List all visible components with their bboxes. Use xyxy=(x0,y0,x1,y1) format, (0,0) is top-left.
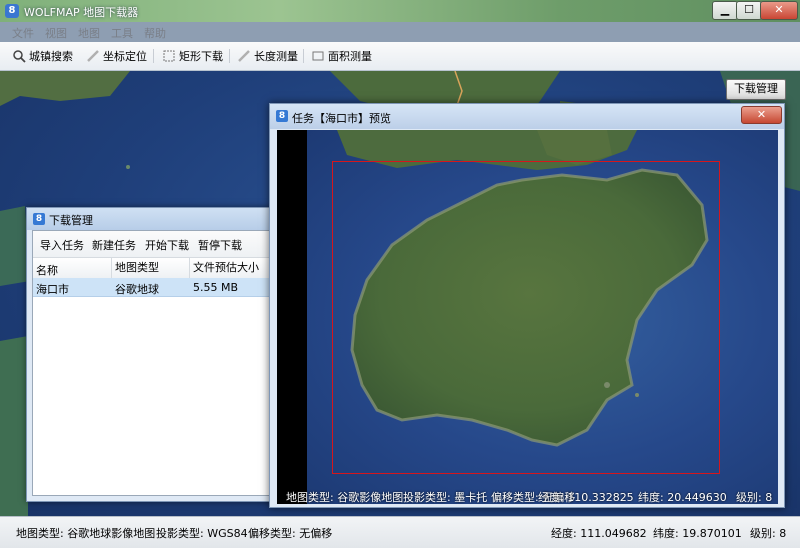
status-bar: 地图类型: 谷歌地球影像地图 投影类型: WGS84 偏移类型: 无偏移 经度:… xyxy=(0,516,800,548)
task-map-type: 谷歌地球 xyxy=(115,283,159,296)
app-icon: 8 xyxy=(276,110,288,122)
unloaded-area xyxy=(277,130,307,504)
area-measure-button[interactable]: 面积测量 xyxy=(311,48,372,64)
menu-view[interactable]: 视图 xyxy=(45,25,67,41)
dialog-caption: 8 下载管理 xyxy=(27,208,277,230)
status-longitude: 经度: 111.049682 xyxy=(551,527,647,540)
rectangle-icon xyxy=(163,50,175,62)
dialog-body: 导入任务 新建任务 开始下载 暂停下载 名称 地图类型 文件预估大小 海口市 谷… xyxy=(32,230,272,496)
selection-rectangle[interactable] xyxy=(332,161,720,474)
column-map-type[interactable]: 地图类型 xyxy=(111,258,159,278)
new-task-button[interactable]: 新建任务 xyxy=(92,237,136,253)
menu-bar: 文件 视图 地图 工具 帮助 xyxy=(0,22,800,42)
preview-title: 任务【海口市】预览 xyxy=(292,112,391,125)
ruler-icon xyxy=(238,50,250,62)
preview-map-type: 地图类型: 谷歌影像地图 xyxy=(286,491,404,504)
task-actions: 导入任务 新建任务 开始下载 暂停下载 xyxy=(33,231,271,258)
column-file-size[interactable]: 文件预估大小 xyxy=(189,258,259,278)
app-icon: 8 xyxy=(5,4,19,18)
length-measure-button[interactable]: 长度测量 xyxy=(237,48,298,64)
toolbar: 城镇搜索 坐标定位 矩形下载 长度测量 面积测量 xyxy=(0,42,800,71)
import-task-button[interactable]: 导入任务 xyxy=(40,237,84,253)
status-latitude: 纬度: 19.870101 xyxy=(653,527,742,540)
download-manager-dialog: 8 下载管理 导入任务 新建任务 开始下载 暂停下载 名称 地图类型 文件预估大… xyxy=(26,207,278,502)
menu-map[interactable]: 地图 xyxy=(78,25,100,41)
download-manage-button[interactable]: 下载管理 xyxy=(726,79,786,100)
preview-latitude: 纬度: 20.449630 xyxy=(638,491,727,504)
menu-tools[interactable]: 工具 xyxy=(111,25,133,41)
toolbar-separator xyxy=(153,49,154,63)
preview-level: 级别: 8 xyxy=(736,491,773,504)
pause-download-button[interactable]: 暂停下载 xyxy=(198,237,242,253)
status-projection: 投影类型: WGS84 xyxy=(156,527,248,540)
dialog-title: 下载管理 xyxy=(49,214,93,227)
search-icon xyxy=(13,50,26,63)
table-row[interactable]: 海口市 谷歌地球 5.55 MB xyxy=(33,278,271,297)
toolbar-separator xyxy=(229,49,230,63)
rect-download-button[interactable]: 矩形下载 xyxy=(162,48,223,64)
app-icon: 8 xyxy=(33,213,45,225)
minimize-button[interactable]: ▁ xyxy=(712,1,738,20)
task-preview-window: 8 任务【海口市】预览 ✕ 地图类型: 谷歌影像地图 投影类型: 墨卡托 偏移类… xyxy=(269,103,785,508)
preview-projection: 投影类型: 墨卡托 xyxy=(403,491,488,504)
preview-caption: 8 任务【海口市】预览 ✕ xyxy=(270,104,784,129)
status-level: 级别: 8 xyxy=(750,527,787,540)
coordinate-locate-button[interactable]: 坐标定位 xyxy=(86,48,147,64)
status-offset: 偏移类型: 无偏移 xyxy=(248,527,333,540)
preview-close-button[interactable]: ✕ xyxy=(741,106,782,124)
maximize-button[interactable]: ☐ xyxy=(736,1,762,20)
column-name[interactable]: 名称 xyxy=(36,262,58,278)
toolbar-separator xyxy=(303,49,304,63)
status-map-type: 地图类型: 谷歌地球影像地图 xyxy=(16,527,156,540)
title-bar: 8 WOLFMAP 地图下载器 ▁ ☐ ✕ xyxy=(0,0,800,22)
town-search-button[interactable]: 城镇搜索 xyxy=(12,48,73,64)
window-title: WOLFMAP 地图下载器 xyxy=(24,6,139,19)
close-button[interactable]: ✕ xyxy=(760,1,798,20)
menu-file[interactable]: 文件 xyxy=(12,25,34,41)
menu-help[interactable]: 帮助 xyxy=(144,25,166,41)
task-table-header: 名称 地图类型 文件预估大小 xyxy=(33,258,271,279)
task-size: 5.55 MB xyxy=(193,281,239,294)
area-icon xyxy=(312,51,324,61)
start-download-button[interactable]: 开始下载 xyxy=(145,237,189,253)
pencil-icon xyxy=(87,50,99,62)
task-name: 海口市 xyxy=(36,283,69,296)
preview-longitude: 经度: 110.332825 xyxy=(538,491,634,504)
